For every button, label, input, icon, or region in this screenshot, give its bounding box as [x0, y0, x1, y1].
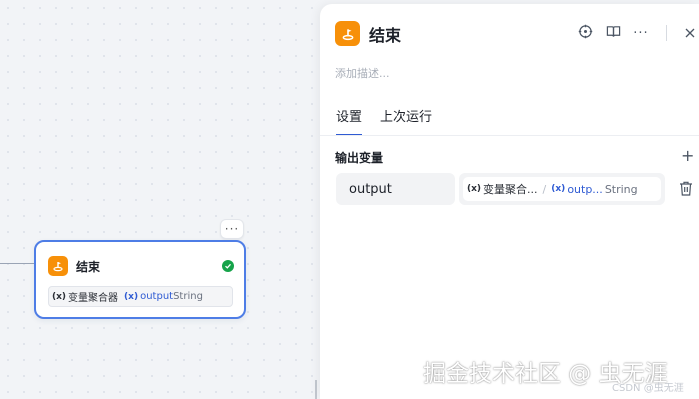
variable-icon: (x) [551, 184, 566, 194]
more-horizontal-icon: ··· [633, 25, 649, 41]
more-horizontal-icon: ··· [224, 222, 240, 236]
check-circle-icon [222, 260, 234, 272]
panel-title[interactable]: 结束 [369, 22, 401, 46]
trash-icon [679, 181, 693, 200]
description-input[interactable]: 添加描述... [335, 65, 390, 81]
output-reference-field[interactable]: (x) 变量聚合... / (x) outp... String [459, 173, 665, 205]
canvas-scrollbar[interactable] [315, 380, 317, 399]
node-more-button[interactable]: ··· [220, 219, 244, 239]
panel-more-button[interactable]: ··· [631, 23, 651, 43]
variable-type: String [173, 291, 203, 302]
tab-last-run[interactable]: 上次运行 [380, 106, 432, 134]
variable-name: output [140, 291, 174, 302]
node-title: 结束 [76, 259, 101, 274]
docs-button[interactable] [603, 23, 623, 43]
crosshair-icon [578, 24, 593, 43]
variable-icon: (x) [124, 291, 139, 302]
end-node[interactable]: 结束 (x) 变量聚合器 (x) output String [34, 240, 246, 319]
node-header: 结束 [48, 255, 234, 277]
variable-type: String [604, 182, 638, 196]
csdn-watermark: CSDN @虫无涯 [612, 383, 684, 394]
variable-reference-chip[interactable]: (x) 变量聚合... / (x) outp... String [463, 177, 661, 201]
variable-icon: (x) [467, 184, 482, 194]
variable-source: 变量聚合... [483, 183, 538, 196]
end-flag-icon [335, 21, 360, 46]
tab-settings[interactable]: 设置 [336, 106, 363, 136]
variable-icon: (x) [52, 291, 67, 302]
book-icon [606, 24, 621, 43]
variable-name: outp... [567, 182, 603, 196]
output-section-title: 输出变量 [335, 151, 384, 165]
delete-output-button[interactable] [679, 181, 693, 197]
tabs-divider [320, 135, 699, 136]
variable-source: 变量聚合器 [68, 293, 119, 304]
add-output-button[interactable]: + [681, 148, 694, 164]
close-panel-button[interactable] [680, 23, 699, 43]
close-icon [684, 24, 696, 43]
node-output-variable: (x) 变量聚合器 (x) output String [48, 286, 233, 307]
toolbar-divider [666, 25, 667, 41]
path-separator: / [542, 182, 547, 196]
node-settings-panel: 结束 ··· 添加描述... 设置 上次运行 输出变量 + output (x)… [320, 4, 699, 399]
run-node-button[interactable] [575, 23, 595, 43]
end-flag-icon [48, 256, 68, 276]
output-name-field[interactable]: output [336, 173, 455, 205]
connection-edge [0, 263, 36, 264]
